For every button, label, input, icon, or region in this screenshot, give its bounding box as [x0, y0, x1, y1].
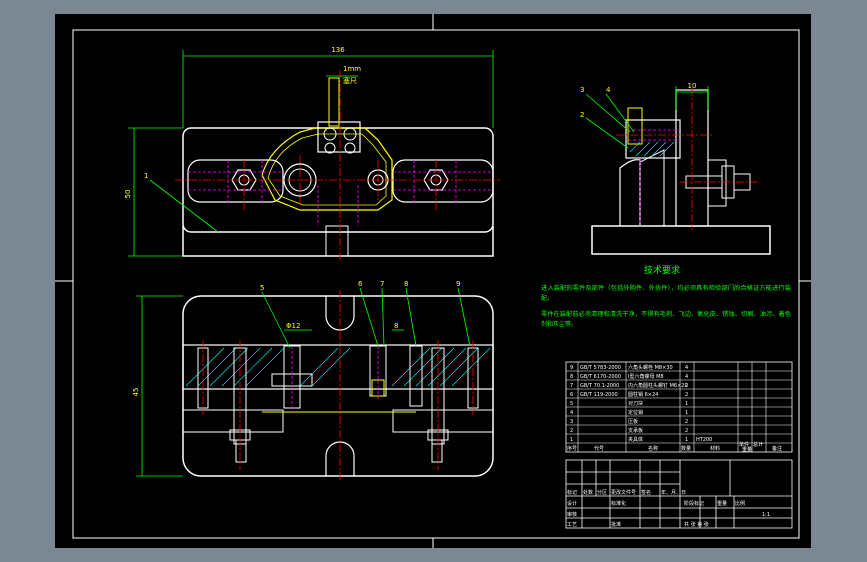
- bom-row-name: 压板: [628, 418, 638, 425]
- bom-header-qty: 数量: [681, 445, 691, 452]
- balloon-3: 3: [580, 86, 584, 94]
- notes-line-1: 进入装配的零件及部件（包括外购件、外协件），均必须具有检验部门的合格证方能进行装: [541, 284, 791, 292]
- tb-change-doc: 更改文件号: [611, 489, 636, 496]
- tb-review: 审核: [567, 511, 577, 518]
- dim-overall-width: 136: [331, 46, 345, 54]
- dim-lower-dia: Φ12: [286, 322, 300, 330]
- balloon-8: 8: [404, 280, 408, 288]
- bom-row-name: 定位销: [628, 409, 643, 416]
- bom-row-no: 5: [570, 401, 573, 407]
- bom-row-name: I型六角螺母 M8: [628, 373, 664, 380]
- bom-row-no: 9: [570, 365, 573, 371]
- drawing-sheet: [55, 14, 811, 548]
- bom-row-qty: 2: [685, 383, 688, 389]
- bom-row-no: 6: [570, 392, 573, 398]
- bom-row-qty: 1: [685, 410, 688, 416]
- balloon-5: 5: [260, 284, 264, 292]
- tb-sign: 签名: [641, 489, 651, 496]
- tb-design: 设计: [567, 500, 577, 507]
- dim-lower-small: 8: [394, 322, 398, 330]
- notes-title: 技术要求: [644, 264, 680, 276]
- tb-standardize: 标准化: [611, 500, 626, 507]
- bom-row-name: 内六角圆柱头螺钉 M6×20: [628, 382, 688, 389]
- bom-header-no: 序号: [567, 445, 577, 452]
- tb-stage-mark: 阶段标记: [684, 500, 704, 507]
- bom-row-name: 夹具体: [628, 436, 643, 443]
- dim-height-lower: 45: [132, 388, 140, 397]
- tb-scale: 比例: [735, 500, 745, 507]
- notes-line-2: 配。: [541, 295, 553, 302]
- bom-row-qty: 2: [685, 419, 688, 425]
- bom-row-no: 8: [570, 374, 573, 380]
- tb-sheets: 共 张 第 张: [684, 521, 709, 528]
- bom-row-name: 六角头螺栓 M8×30: [628, 364, 673, 371]
- bom-row-qty: 2: [685, 392, 688, 398]
- bom-row-name: 圆柱销 6×24: [628, 391, 658, 398]
- balloon-6: 6: [358, 280, 363, 288]
- tb-date: 年、月、日: [661, 489, 686, 496]
- bom-row-code: GB/T 5783-2000: [580, 365, 621, 371]
- bom-row-no: 7: [570, 383, 573, 389]
- tb-weight: 重量: [717, 500, 727, 507]
- bom-row-name: 支承板: [628, 427, 643, 434]
- balloon-4: 4: [606, 86, 611, 94]
- bom-row-qty: 2: [685, 428, 688, 434]
- dim-height-left: 50: [124, 190, 132, 199]
- bom-row-code: GB/T 6170-2000: [580, 374, 621, 380]
- balloon-9: 9: [456, 280, 460, 288]
- dim-side-width: 10: [688, 82, 697, 90]
- bom-row-qty: 1: [685, 401, 688, 407]
- tb-zone: 分区: [597, 489, 607, 496]
- balloon-2: 2: [580, 111, 584, 119]
- bom-row-no: 3: [570, 419, 573, 425]
- dim-top-note-label: 塞尺: [343, 76, 357, 85]
- notes-line-4: 剂和灰尘等。: [541, 320, 577, 328]
- bom-header-weight: 重量: [742, 446, 752, 453]
- bom-header-material: 材料: [710, 445, 720, 452]
- tb-process: 工艺: [567, 522, 577, 528]
- bom-row-material: HT200: [696, 437, 712, 443]
- tb-count: 处数: [583, 489, 593, 496]
- bom-header-note: 备注: [772, 445, 782, 452]
- bom-row-no: 1: [570, 437, 573, 443]
- bom-header-code: 代号: [594, 445, 604, 452]
- bom-row-no: 4: [570, 410, 573, 416]
- drawing-canvas: 136 50 1mm 塞尺 1 10 3 4 2 45 Φ12 8 5 6 7 …: [0, 0, 867, 562]
- tb-approve: 批准: [611, 521, 621, 528]
- notes-line-3: 零件在装配前必须清理和清洗干净，不得有毛刺、飞边、氧化皮、锈蚀、切屑、油污、着色: [541, 310, 791, 318]
- balloon-1: 1: [144, 172, 148, 180]
- tb-mark: 标记: [567, 489, 577, 496]
- dim-top-note-value: 1mm: [343, 65, 361, 73]
- bom-row-qty: 1: [685, 437, 688, 443]
- tb-scale-value: 1:1: [762, 512, 770, 518]
- bom-row-code: GB/T 70.1-2000: [580, 383, 619, 389]
- bom-row-no: 2: [570, 428, 573, 434]
- balloon-7: 7: [380, 280, 384, 288]
- bom-row-name: 对刀块: [628, 400, 643, 407]
- bom-row-qty: 4: [685, 374, 688, 380]
- cad-drawing: 136 50 1mm 塞尺 1 10 3 4 2 45 Φ12 8 5 6 7 …: [55, 14, 811, 548]
- bom-header-name: 名称: [648, 445, 658, 452]
- bom-header-total: 总计: [753, 441, 763, 448]
- bom-row-code: GB/T 119-2000: [580, 392, 618, 398]
- bom-row-qty: 4: [685, 365, 688, 371]
